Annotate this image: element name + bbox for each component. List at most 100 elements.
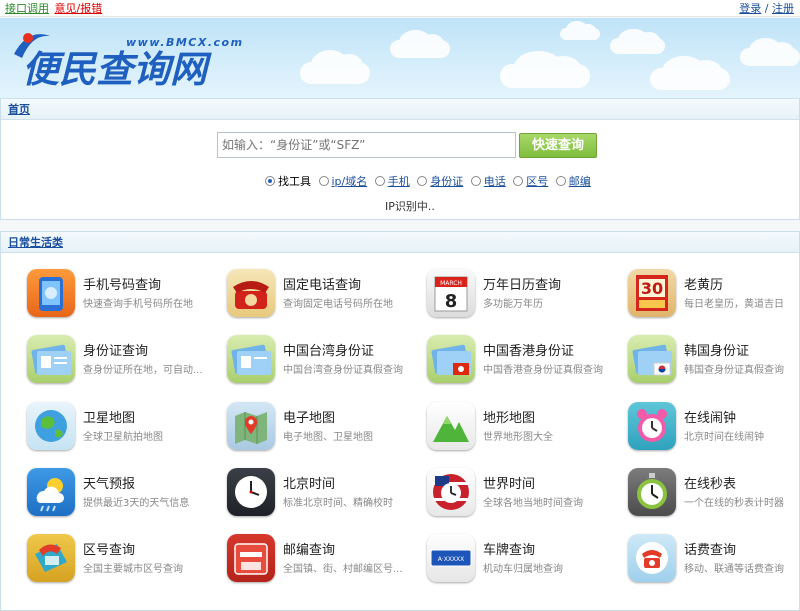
tool-id-card[interactable]: 身份证查询 查身份证所在地，可自动... (27, 333, 217, 385)
tool-landline[interactable]: 固定电话查询 查询固定电话号码所在地 (227, 267, 417, 319)
tool-name[interactable]: 老黄历 (684, 274, 723, 293)
tool-desc: 全球各地当地时间查询 (483, 498, 583, 509)
tool-alarm-clock[interactable]: 在线闹钟 北京时间在线闹钟 (628, 400, 800, 452)
breadcrumb: 首页 (1, 99, 799, 120)
feedback-link[interactable]: 意见/报错 (55, 2, 103, 15)
radio-label[interactable]: 身份证 (430, 175, 463, 188)
cloud-decoration (740, 38, 800, 66)
radio-label[interactable]: 手机 (388, 175, 410, 188)
section-header: 日常生活类 (1, 232, 799, 253)
home-link[interactable]: 首页 (8, 103, 30, 116)
radio-area-code[interactable]: 区号 (513, 173, 548, 189)
tool-name[interactable]: 手机号码查询 (83, 274, 161, 293)
tool-name[interactable]: 韩国身份证 (684, 340, 749, 359)
radio-dot-icon[interactable] (470, 176, 481, 186)
tool-desc: 多功能万年历 (483, 299, 543, 310)
cloud-decoration (560, 21, 600, 40)
api-link[interactable]: 接口调用 (5, 2, 49, 15)
tool-name[interactable]: 中国香港身份证 (483, 340, 574, 359)
radio-dot-icon[interactable] (555, 176, 566, 186)
cloud-decoration (300, 49, 370, 84)
tool-hongkong-id[interactable]: 中国香港身份证 中国香港查身份证真假查询 (427, 333, 617, 385)
radio-label[interactable]: 电话 (484, 175, 506, 188)
tool-name[interactable]: 中国台湾身份证 (283, 340, 374, 359)
map-pin-icon (227, 402, 275, 450)
tool-terrain-map[interactable]: 地形地图 世界地形图大全 (427, 400, 617, 452)
radio-find-tool[interactable]: 找工具 (265, 173, 311, 189)
radio-dot-icon[interactable] (265, 176, 275, 186)
tool-phone-bill[interactable]: 话费查询 移动、联通等话费查询 (628, 532, 800, 584)
weather-icon (27, 468, 75, 516)
site-logo[interactable]: www.BMCX.com 便民查询网 (8, 24, 248, 88)
tool-name[interactable]: 世界时间 (483, 473, 535, 492)
section-title-link[interactable]: 日常生活类 (8, 236, 63, 249)
radio-label[interactable]: ip/域名 (332, 175, 368, 188)
tool-desc: 每日老皇历，黄道吉日 (684, 299, 784, 310)
cloud-decoration (610, 29, 665, 54)
stopwatch-icon (628, 468, 676, 516)
calendar-month-text: MARCH (440, 280, 462, 287)
logo-main-text: 便民查询网 (22, 48, 212, 88)
search-panel: 首页 快速查询 找工具 ip/域名 手机 身份证 电话 区号 邮编 IP识别中.… (0, 98, 800, 220)
tool-name[interactable]: 身份证查询 (83, 340, 148, 359)
tool-stopwatch[interactable]: 在线秒表 一个在线的秒表计时器 (628, 466, 800, 518)
tool-name[interactable]: 在线秒表 (684, 473, 736, 492)
id-card-korea-icon (628, 335, 676, 383)
search-type-options: 找工具 ip/域名 手机 身份证 电话 区号 邮编 (265, 173, 595, 189)
tool-calendar[interactable]: MARCH 8 万年日历查询 多功能万年历 (427, 267, 617, 319)
tool-old-almanac[interactable]: 30 老黄历 每日老皇历，黄道吉日 (628, 267, 800, 319)
radio-label[interactable]: 区号 (526, 175, 548, 188)
almanac-day-text: 30 (641, 279, 663, 298)
radio-ip-domain[interactable]: ip/域名 (318, 173, 368, 189)
tool-desc: 北京时间在线闹钟 (684, 432, 764, 443)
tool-name[interactable]: 电子地图 (283, 407, 335, 426)
tool-desc: 世界地形图大全 (483, 432, 553, 443)
radio-dot-icon[interactable] (318, 176, 329, 186)
tool-name[interactable]: 区号查询 (83, 539, 135, 558)
login-link[interactable]: 登录 (739, 2, 761, 15)
tool-area-code[interactable]: 区号查询 全国主要城市区号查询 (27, 532, 217, 584)
license-plate-icon: A·XXXXX (427, 534, 475, 582)
tool-name[interactable]: 在线闹钟 (684, 407, 736, 426)
radio-telephone[interactable]: 电话 (470, 173, 506, 189)
radio-dot-icon[interactable] (417, 176, 428, 186)
login-separator: / (764, 2, 769, 15)
tool-world-time[interactable]: 世界时间 全球各地当地时间查询 (427, 466, 617, 518)
tool-weather[interactable]: 天气预报 提供最近3天的天气信息 (27, 466, 217, 518)
radio-label[interactable]: 邮编 (569, 175, 591, 188)
search-input[interactable] (217, 132, 516, 158)
radio-dot-icon[interactable] (513, 176, 524, 186)
wall-clock-icon (227, 468, 275, 516)
logo-dot-icon (23, 33, 33, 43)
plate-text: A·XXXXX (438, 556, 465, 563)
mailbox-icon (227, 534, 275, 582)
globe-icon (27, 402, 75, 450)
tool-name[interactable]: 天气预报 (83, 473, 135, 492)
radio-mobile[interactable]: 手机 (374, 173, 410, 189)
tool-e-map[interactable]: 电子地图 电子地图、卫星地图 (227, 400, 417, 452)
tool-beijing-time[interactable]: 北京时间 标准北京时间、精确校时 (227, 466, 417, 518)
area-code-phone-icon (27, 534, 75, 582)
radio-dot-icon[interactable] (374, 176, 385, 186)
tool-name[interactable]: 地形地图 (483, 407, 535, 426)
radio-id-card[interactable]: 身份证 (417, 173, 463, 189)
tool-postcode[interactable]: 邮编查询 全国镇、街、村邮编区号... (227, 532, 417, 584)
tool-name[interactable]: 邮编查询 (283, 539, 335, 558)
tool-korea-id[interactable]: 韩国身份证 韩国查身份证真假查询 (628, 333, 800, 385)
tool-name[interactable]: 万年日历查询 (483, 274, 561, 293)
tool-taiwan-id[interactable]: 中国台湾身份证 中国台湾查身份证真假查询 (227, 333, 417, 385)
calendar-day-text: 8 (445, 291, 458, 312)
tool-name[interactable]: 卫星地图 (83, 407, 135, 426)
search-row: 快速查询 (217, 132, 607, 160)
tool-name[interactable]: 车牌查询 (483, 539, 535, 558)
tool-name[interactable]: 固定电话查询 (283, 274, 361, 293)
daily-life-tools-panel: 日常生活类 手机号码查询 快速查询手机号码所在地 固定电话查询 查询固定电话号码… (0, 231, 800, 611)
tool-satellite-map[interactable]: 卫星地图 全球卫星航拍地图 (27, 400, 217, 452)
radio-postcode[interactable]: 邮编 (555, 173, 591, 189)
register-link[interactable]: 注册 (772, 2, 794, 15)
tool-name[interactable]: 北京时间 (283, 473, 335, 492)
tool-license-plate[interactable]: A·XXXXX 车牌查询 机动车归属地查询 (427, 532, 617, 584)
tool-name[interactable]: 话费查询 (684, 539, 736, 558)
tool-mobile-number[interactable]: 手机号码查询 快速查询手机号码所在地 (27, 267, 217, 319)
quick-search-button[interactable]: 快速查询 (519, 133, 597, 158)
